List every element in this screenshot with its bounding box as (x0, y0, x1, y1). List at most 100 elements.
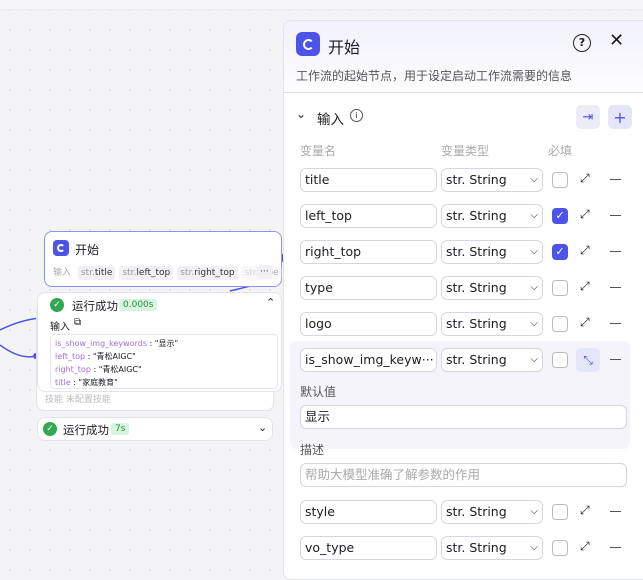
divider (284, 92, 643, 93)
json-line: is_show_img_keywords : "显示" (55, 339, 179, 348)
json-line: title : "家庭教育" (55, 378, 118, 387)
run-status: 运行成功 (72, 299, 118, 313)
skill-text: 技能 未配置技能 (45, 395, 111, 405)
variable-type-select[interactable]: str. String ⌵ (441, 536, 543, 560)
required-checkbox[interactable]: ✓ (552, 208, 568, 224)
start-logo-icon (296, 32, 320, 56)
chevron-down-icon: ⌵ (530, 282, 538, 293)
expand-icon[interactable]: ⤢ (580, 207, 590, 222)
expand-icon[interactable]: ⤢ (580, 279, 590, 294)
variable-name-input[interactable]: is_show_img_keyw··· (300, 348, 437, 372)
variable-name-input[interactable]: style (300, 500, 437, 524)
variable-type-value: str. String (446, 172, 507, 187)
chevron-down-icon: ⌵ (530, 542, 538, 553)
input-json: is_show_img_keywords : "显示" left_top : "… (50, 334, 278, 389)
help-icon[interactable]: ? (573, 34, 591, 52)
required-checkbox[interactable] (552, 540, 568, 556)
variable-type-select[interactable]: str. String ⌵ (441, 500, 543, 524)
variable-name-input[interactable]: logo (300, 312, 437, 336)
variable-name-input[interactable]: type (300, 276, 437, 300)
remove-variable-icon[interactable] (610, 251, 621, 252)
variable-type-value: str. String (446, 352, 507, 367)
collapse-icon[interactable]: ⌃ (266, 296, 275, 309)
add-variable-button[interactable]: + (608, 105, 632, 129)
description-label: 描述 (300, 443, 325, 457)
input-tag: str.title (77, 266, 116, 280)
inputs-label: 输入 (53, 268, 72, 278)
section-title: 输入 (317, 112, 344, 128)
expand-icon[interactable]: ⤢ (580, 315, 590, 330)
header-required: 必填 (548, 144, 573, 158)
variable-name-input[interactable]: left_top (300, 204, 437, 228)
header-type: 变量类型 (441, 144, 490, 158)
required-checkbox[interactable] (552, 352, 568, 368)
variable-type-value: str. String (446, 316, 507, 331)
more-tags-button[interactable]: ··· (257, 265, 272, 279)
variable-type-select[interactable]: str. String ⌵ (441, 348, 543, 372)
variable-name-input[interactable]: title (300, 168, 437, 192)
required-checkbox[interactable] (552, 280, 568, 296)
expand-icon[interactable]: ⤢ (580, 171, 590, 186)
variable-type-value: str. String (446, 504, 507, 519)
import-button[interactable]: ⇥ (576, 105, 600, 129)
copy-icon[interactable]: ⧉ (74, 317, 81, 328)
input-tag: str.left_top (119, 266, 174, 280)
variable-type-select[interactable]: str. String ⌵ (441, 312, 543, 336)
start-node-inputs: 输入 str.title str.left_top str.right_top str… (53, 265, 286, 280)
node-config-panel: 开始 ? ✕ 工作流的起始节点，用于设定启动工作流需要的信息 ⌄ 输入 i ⇥ … (283, 20, 643, 580)
description-input[interactable]: 帮助大模型准确了解参数的作用 (300, 463, 627, 487)
input-label: 输入 (50, 322, 70, 333)
expand-icon[interactable]: ⤢ (580, 539, 590, 554)
required-checkbox[interactable] (552, 316, 568, 332)
panel-description: 工作流的起始节点，用于设定启动工作流需要的信息 (296, 69, 573, 83)
remove-variable-icon[interactable] (610, 511, 621, 512)
variable-type-value: str. String (446, 540, 507, 555)
remove-variable-icon[interactable] (610, 215, 621, 216)
variable-name-input[interactable]: vo_type (300, 536, 437, 560)
variable-type-select[interactable]: str. String ⌵ (441, 276, 543, 300)
input-tag: str.right_top (177, 266, 238, 280)
variable-type-value: str. String (446, 244, 507, 259)
required-checkbox[interactable] (552, 172, 568, 188)
variable-type-value: str. String (446, 208, 507, 223)
start-node[interactable]: 开始 输入 str.title str.left_top str.right_top… (44, 231, 282, 287)
collapse-icon[interactable]: ⤡ (576, 348, 600, 372)
chevron-down-icon: ⌵ (530, 354, 538, 365)
start-logo-icon (53, 240, 69, 256)
run-time: 7s (111, 423, 130, 435)
remove-variable-icon[interactable] (610, 287, 621, 288)
panel-title: 开始 (328, 38, 361, 57)
variable-type-select[interactable]: str. String ⌵ (441, 204, 543, 228)
json-line: right_top : "青松AIGC" (55, 365, 142, 374)
expand-icon[interactable]: ⤢ (580, 243, 590, 258)
chevron-down-icon: ⌵ (530, 246, 538, 257)
remove-variable-icon[interactable] (610, 179, 621, 180)
variable-type-select[interactable]: str. String ⌵ (441, 240, 543, 264)
chevron-down-icon: ⌵ (530, 210, 538, 221)
required-checkbox[interactable]: ✓ (552, 244, 568, 260)
chevron-down-icon: ⌵ (530, 318, 538, 329)
success-icon: ✓ (50, 298, 64, 312)
variable-type-select[interactable]: str. String ⌵ (441, 168, 543, 192)
remove-variable-icon[interactable] (610, 359, 621, 360)
section-collapse-icon[interactable]: ⌄ (296, 107, 306, 121)
header-name: 变量名 (300, 144, 337, 158)
remove-variable-icon[interactable] (610, 547, 621, 548)
default-value-input[interactable]: 显示 (300, 405, 627, 429)
expand-icon[interactable]: ⤢ (580, 503, 590, 518)
run-result-collapsed[interactable]: ✓ 运行成功 7s ⌄ (37, 417, 273, 441)
success-icon: ✓ (43, 422, 57, 436)
run-time: 0.000s (119, 299, 158, 311)
run-result-panel: ✓ 运行成功 0.000s ⌃ 输入 ⧉ is_show_img_keyword… (37, 292, 282, 392)
chevron-down-icon: ⌵ (530, 174, 538, 185)
run-status: 运行成功 (63, 423, 109, 437)
close-icon[interactable]: ✕ (609, 30, 624, 51)
expand-chevron-icon[interactable]: ⌄ (258, 421, 267, 434)
info-icon[interactable]: i (350, 109, 363, 122)
remove-variable-icon[interactable] (610, 323, 621, 324)
variable-name-input[interactable]: right_top (300, 240, 437, 264)
default-value-label: 默认值 (300, 385, 337, 399)
json-line: left_top : "青松AIGC" (55, 352, 136, 361)
required-checkbox[interactable] (552, 504, 568, 520)
chevron-down-icon: ⌵ (530, 506, 538, 517)
